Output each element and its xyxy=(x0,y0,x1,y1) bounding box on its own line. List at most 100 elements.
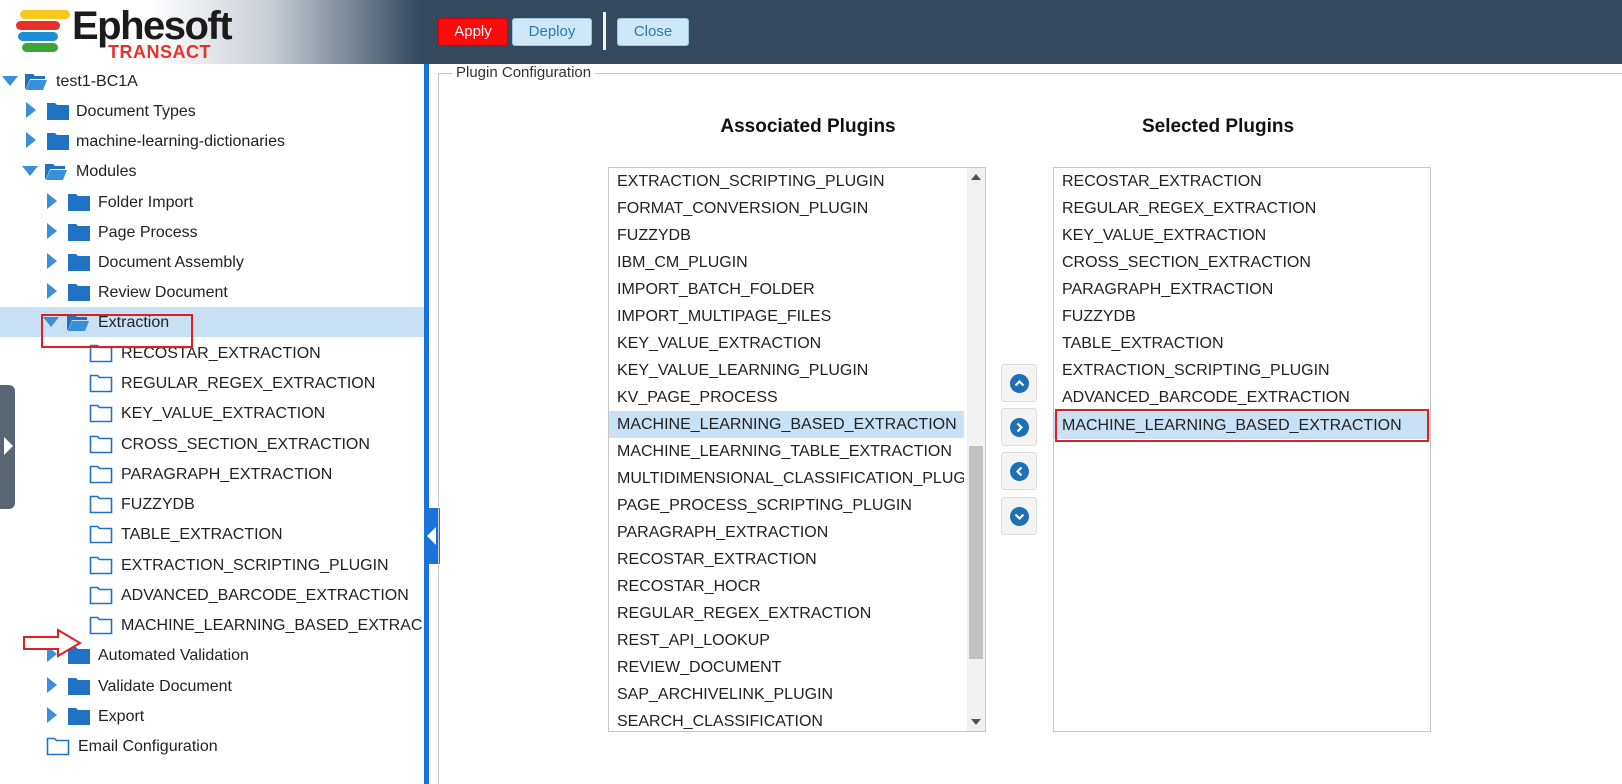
toolbar-divider xyxy=(603,12,606,50)
tree-label: Automated Validation xyxy=(98,647,249,664)
associated-plugins-list[interactable]: EXTRACTION_SCRIPTING_PLUGIN FORMAT_CONVE… xyxy=(608,167,986,732)
tree-node-document-assembly[interactable]: Document Assembly xyxy=(0,247,424,277)
selected-item-highlight-box xyxy=(1055,409,1429,442)
list-item[interactable]: CROSS_SECTION_EXTRACTION xyxy=(1054,249,1430,276)
close-button[interactable]: Close xyxy=(617,18,689,46)
list-item[interactable]: EXTRACTION_SCRIPTING_PLUGIN xyxy=(1054,357,1430,384)
list-item[interactable]: SAP_ARCHIVELINK_PLUGIN xyxy=(609,681,964,708)
tree-node-plugin[interactable]: TABLE_EXTRACTION xyxy=(0,519,424,549)
chevron-right-icon xyxy=(1010,418,1029,437)
tree-node-email-configuration[interactable]: Email Configuration xyxy=(0,731,424,761)
tree-node-folder-import[interactable]: Folder Import xyxy=(0,187,424,217)
tree-node-page-process[interactable]: Page Process xyxy=(0,217,424,247)
caret-right-icon[interactable] xyxy=(47,707,57,723)
caret-right-icon[interactable] xyxy=(47,677,57,693)
tree-node-document-types[interactable]: Document Types xyxy=(0,96,424,126)
folder-icon xyxy=(68,194,90,211)
tree-label: REGULAR_REGEX_EXTRACTION xyxy=(121,375,376,392)
caret-right-icon[interactable] xyxy=(26,102,36,118)
tree-label: Modules xyxy=(76,163,137,180)
panel-splitter[interactable] xyxy=(424,64,429,784)
list-item[interactable]: MULTIDIMENSIONAL_CLASSIFICATION_PLUG xyxy=(609,465,964,492)
app-header: Ephesoft TRANSACT Apply Deploy Close xyxy=(0,0,1622,64)
list-item[interactable]: SEARCH_CLASSIFICATION xyxy=(609,708,964,731)
expand-panel-tab[interactable] xyxy=(0,385,15,509)
caret-right-icon[interactable] xyxy=(47,223,57,239)
move-down-button[interactable] xyxy=(1001,497,1037,535)
list-item[interactable]: FUZZYDB xyxy=(609,222,964,249)
list-item[interactable]: PARAGRAPH_EXTRACTION xyxy=(609,519,964,546)
scroll-up-icon[interactable] xyxy=(971,174,981,180)
tree-label: FUZZYDB xyxy=(121,496,195,513)
list-item[interactable]: KEY_VALUE_LEARNING_PLUGIN xyxy=(609,357,964,384)
tree-node-modules[interactable]: Modules xyxy=(0,156,424,186)
tree-node-plugin[interactable]: FUZZYDB xyxy=(0,489,424,519)
caret-right-icon[interactable] xyxy=(47,193,57,209)
tree-label: Folder Import xyxy=(98,194,194,211)
caret-right-icon[interactable] xyxy=(47,283,57,299)
folder-outline-icon xyxy=(89,495,113,514)
scroll-down-icon[interactable] xyxy=(971,719,981,725)
selected-plugins-list[interactable]: RECOSTAR_EXTRACTION REGULAR_REGEX_EXTRAC… xyxy=(1053,167,1431,732)
list-item[interactable]: RECOSTAR_EXTRACTION xyxy=(609,546,964,573)
list-item[interactable]: IBM_CM_PLUGIN xyxy=(609,249,964,276)
folder-icon xyxy=(68,254,90,271)
tree-node-plugin[interactable]: CROSS_SECTION_EXTRACTION xyxy=(0,429,424,459)
list-item[interactable]: IMPORT_MULTIPAGE_FILES xyxy=(609,303,964,330)
list-item[interactable]: IMPORT_BATCH_FOLDER xyxy=(609,276,964,303)
tree-node-validate-document[interactable]: Validate Document xyxy=(0,671,424,701)
folder-icon xyxy=(68,678,90,695)
list-item-selected[interactable]: MACHINE_LEARNING_BASED_EXTRACTION xyxy=(609,411,964,438)
tree-node-plugin[interactable]: PARAGRAPH_EXTRACTION xyxy=(0,459,424,489)
list-item[interactable]: KEY_VALUE_EXTRACTION xyxy=(609,330,964,357)
list-item[interactable]: RECOSTAR_HOCR xyxy=(609,573,964,600)
caret-right-icon[interactable] xyxy=(47,253,57,269)
selected-plugins-title: Selected Plugins xyxy=(1141,116,1295,137)
associated-list-scrollbar[interactable] xyxy=(967,168,985,731)
list-item[interactable]: PARAGRAPH_EXTRACTION xyxy=(1054,276,1430,303)
list-item[interactable]: REST_API_LOOKUP xyxy=(609,627,964,654)
tree-label: Document Types xyxy=(76,103,196,120)
caret-down-icon[interactable] xyxy=(2,76,18,86)
folder-outline-icon xyxy=(89,586,113,605)
list-item[interactable]: TABLE_EXTRACTION xyxy=(1054,330,1430,357)
list-item[interactable]: EXTRACTION_SCRIPTING_PLUGIN xyxy=(609,168,964,195)
folder-icon xyxy=(47,103,69,120)
list-item[interactable]: KEY_VALUE_EXTRACTION xyxy=(1054,222,1430,249)
list-item[interactable]: KV_PAGE_PROCESS xyxy=(609,384,964,411)
associated-plugins-title: Associated Plugins xyxy=(720,116,896,137)
list-item[interactable]: ADVANCED_BARCODE_EXTRACTION xyxy=(1054,384,1430,411)
batch-class-tree: test1-BC1A Document Types machine-learni… xyxy=(0,64,424,784)
tree-label: Email Configuration xyxy=(78,738,218,755)
list-item[interactable]: REGULAR_REGEX_EXTRACTION xyxy=(1054,195,1430,222)
tree-node-review-document[interactable]: Review Document xyxy=(0,277,424,307)
list-item[interactable]: FORMAT_CONVERSION_PLUGIN xyxy=(609,195,964,222)
caret-down-icon[interactable] xyxy=(22,166,38,176)
folder-outline-icon xyxy=(89,556,113,575)
apply-button[interactable]: Apply xyxy=(438,18,508,46)
remove-plugin-button[interactable] xyxy=(1001,452,1037,490)
tree-node-root[interactable]: test1-BC1A xyxy=(0,66,424,96)
tree-node-export[interactable]: Export xyxy=(0,701,424,731)
tree-node-plugin[interactable]: REGULAR_REGEX_EXTRACTION xyxy=(0,368,424,398)
list-item[interactable]: MACHINE_LEARNING_TABLE_EXTRACTION xyxy=(609,438,964,465)
folder-icon xyxy=(68,224,90,241)
list-item[interactable]: FUZZYDB xyxy=(1054,303,1430,330)
list-item[interactable]: REVIEW_DOCUMENT xyxy=(609,654,964,681)
folder-outline-icon xyxy=(46,737,70,756)
tree-label: MACHINE_LEARNING_BASED_EXTRAC xyxy=(121,617,423,634)
deploy-button[interactable]: Deploy xyxy=(512,18,592,46)
tree-node-plugin[interactable]: EXTRACTION_SCRIPTING_PLUGIN xyxy=(0,550,424,580)
list-item[interactable]: REGULAR_REGEX_EXTRACTION xyxy=(609,600,964,627)
caret-right-icon[interactable] xyxy=(26,132,36,148)
ephesoft-logo: Ephesoft TRANSACT xyxy=(14,4,244,61)
move-up-button[interactable] xyxy=(1001,364,1037,402)
add-plugin-button[interactable] xyxy=(1001,408,1037,446)
tree-label: EXTRACTION_SCRIPTING_PLUGIN xyxy=(121,557,389,574)
list-item[interactable]: PAGE_PROCESS_SCRIPTING_PLUGIN xyxy=(609,492,964,519)
tree-node-plugin[interactable]: KEY_VALUE_EXTRACTION xyxy=(0,398,424,428)
scroll-thumb[interactable] xyxy=(969,446,983,659)
tree-node-ml-dictionaries[interactable]: machine-learning-dictionaries xyxy=(0,126,424,156)
tree-node-plugin[interactable]: ADVANCED_BARCODE_EXTRACTION xyxy=(0,580,424,610)
list-item[interactable]: RECOSTAR_EXTRACTION xyxy=(1054,168,1430,195)
